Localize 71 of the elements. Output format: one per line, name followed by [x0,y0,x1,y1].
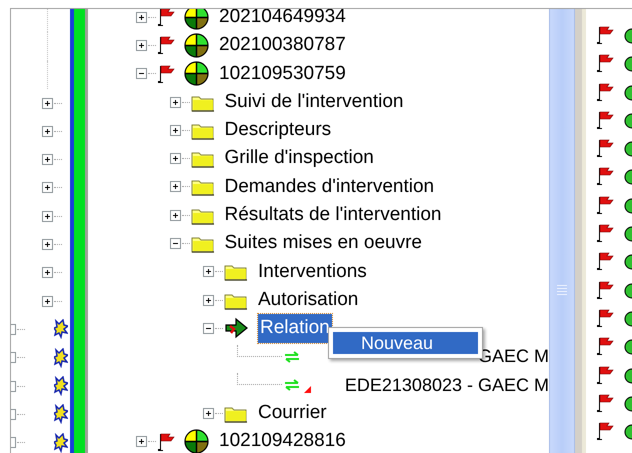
collapse-icon[interactable] [170,238,180,250]
flag-icon [596,251,616,272]
collapse-icon[interactable] [136,68,147,80]
flag-icon [596,194,616,215]
star-cluster-icon [54,404,68,424]
flag-icon [157,64,177,84]
expand-icon[interactable] [170,181,180,192]
quartered-circle-icon [184,32,209,58]
star-cluster-icon [54,376,68,396]
flag-icon [596,138,616,158]
flag-icon [596,166,616,186]
tree-item-label[interactable]: Résultats de l'intervention [222,200,444,230]
expand-icon[interactable] [170,124,180,136]
swap-arrows-icon [284,379,300,391]
expand-icon[interactable] [203,408,214,419]
tree-item-label[interactable]: Interventions [256,258,369,286]
flag-icon [596,223,616,244]
tree-item-label[interactable]: Autorisation [256,286,360,314]
tree-item-label[interactable]: Suivi de l'intervention [222,88,406,116]
expand-icon[interactable] [170,210,180,221]
flag-icon [157,9,177,28]
flag-icon [596,110,616,130]
scrollbar-thumb[interactable] [549,9,575,453]
expand-icon[interactable] [42,154,53,166]
tree-item-label[interactable]: Demandes d'intervention [222,172,436,202]
tree-item-label[interactable]: 102109428816 [217,427,348,453]
arrow-icon [224,317,250,340]
quartered-circle-icon [184,61,209,86]
expand-icon[interactable] [42,182,53,194]
expand-icon[interactable] [136,12,147,23]
expand-icon[interactable] [42,267,53,278]
tree-item-label[interactable]: Courrier [256,399,329,428]
expand-icon[interactable] [203,294,214,306]
quartered-circle-icon [184,429,209,453]
flag-icon [596,280,616,300]
expand-icon[interactable] [170,153,180,164]
expand-icon[interactable] [42,239,53,250]
star-cluster-icon [54,432,68,453]
tree-item-label[interactable]: Descripteurs [222,116,334,145]
flag-icon [596,53,616,74]
expand-icon[interactable] [203,266,214,278]
expand-icon[interactable] [136,40,147,51]
expand-icon[interactable] [42,210,53,222]
tree-item-label[interactable]: 202100380787 [217,31,348,60]
star-cluster-icon [54,319,68,340]
tree-item-label[interactable]: 102109530759 [217,60,348,88]
swap-arrows-icon [284,350,300,363]
expand-icon[interactable] [136,436,147,448]
flag-icon [596,308,616,328]
expand-icon[interactable] [42,296,53,307]
flag-icon [596,364,616,385]
expand-icon[interactable] [42,126,53,137]
flag-icon [596,421,616,442]
flag-icon [157,432,177,452]
tree-item-label[interactable]: 202104649934 [217,9,348,32]
flag-icon [596,82,616,102]
flag-icon [596,336,616,356]
flag-icon [596,392,616,413]
menu-item[interactable]: Nouveau [333,332,478,354]
grip-icon [556,284,568,296]
tree-item-label[interactable]: Relation [258,314,332,343]
quartered-circle-icon [184,9,209,30]
flag-icon [596,25,616,45]
tree-item-label[interactable]: EDE21308023 - GAEC M [344,372,549,398]
expand-icon[interactable] [42,98,53,109]
tree-item-label[interactable]: Suites mises en oeuvre [222,229,424,258]
collapse-icon[interactable] [203,322,214,334]
tree-item-label[interactable]: Grille d'inspection [222,144,376,173]
expand-icon[interactable] [170,96,180,108]
star-cluster-icon [54,348,68,368]
flag-icon [157,35,177,56]
